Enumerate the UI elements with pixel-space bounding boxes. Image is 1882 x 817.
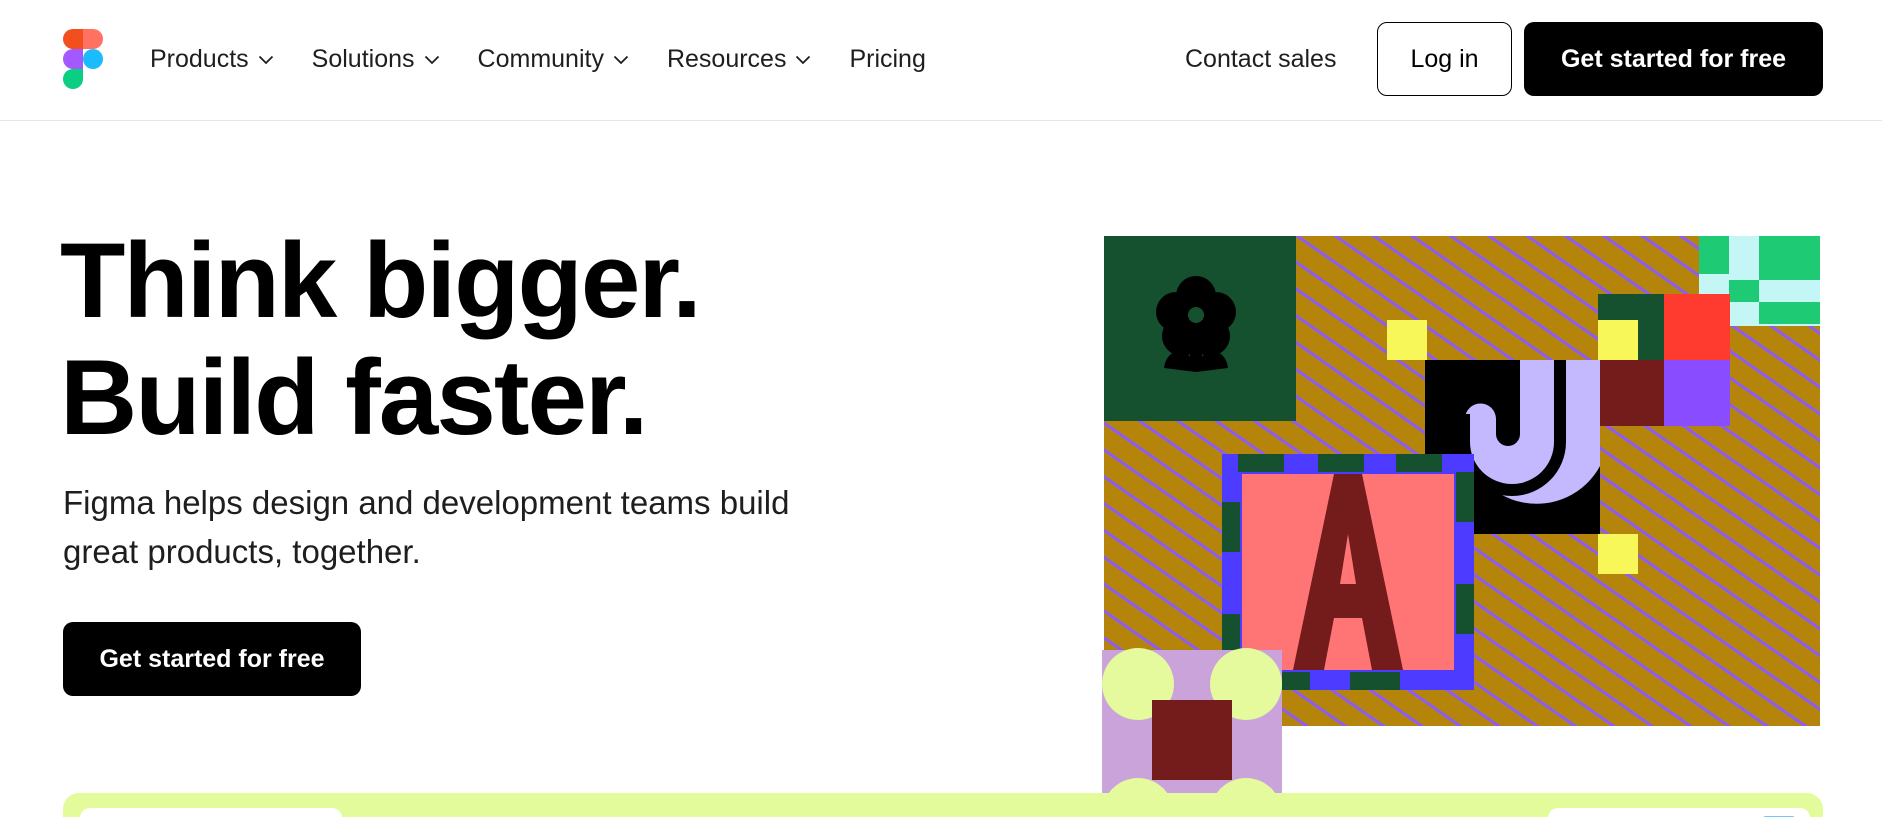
flower-tile — [1104, 236, 1296, 421]
get-started-header-button[interactable]: Get started for free — [1524, 22, 1823, 96]
hero-illustration — [1102, 236, 1820, 817]
nav-item-resources[interactable]: Resources — [667, 45, 812, 74]
nav-item-products[interactable]: Products — [150, 45, 274, 74]
color-blocks — [1598, 294, 1730, 426]
contact-sales-link[interactable]: Contact sales — [1185, 0, 1336, 119]
headline-line-1: Think bigger. — [60, 220, 702, 340]
nav-item-label: Products — [150, 45, 249, 73]
nav-item-solutions[interactable]: Solutions — [312, 45, 440, 74]
nav-item-pricing[interactable]: Pricing — [849, 45, 925, 74]
nav-item-label: Resources — [666, 45, 787, 73]
chevron-down-icon — [424, 55, 439, 64]
yellow-square — [1387, 320, 1427, 360]
site-header: Products Solutions Community Resources P… — [0, 0, 1882, 121]
login-button[interactable]: Log in — [1377, 22, 1512, 96]
hero-subtext: Figma helps design and development teams… — [63, 484, 790, 570]
hero-headline: Think bigger. Build faster. — [60, 220, 702, 457]
main-nav: Products Solutions Community Resources P… — [150, 0, 964, 119]
yellow-square — [1598, 534, 1638, 574]
nav-item-label: Solutions — [311, 45, 415, 73]
chevron-down-icon — [796, 55, 811, 64]
chevron-down-icon — [258, 55, 273, 64]
lilac-tile — [1102, 648, 1282, 817]
headline-line-2: Build faster. — [60, 337, 648, 457]
figma-logo-icon[interactable] — [63, 29, 103, 89]
get-started-hero-button[interactable]: Get started for free — [63, 622, 361, 696]
preview-card-left — [80, 808, 342, 817]
nav-item-label: Pricing — [849, 45, 926, 73]
nav-item-community[interactable]: Community — [478, 45, 629, 74]
nav-item-label: Community — [477, 45, 604, 73]
preview-card-right — [1548, 808, 1810, 817]
chevron-down-icon — [613, 55, 629, 64]
